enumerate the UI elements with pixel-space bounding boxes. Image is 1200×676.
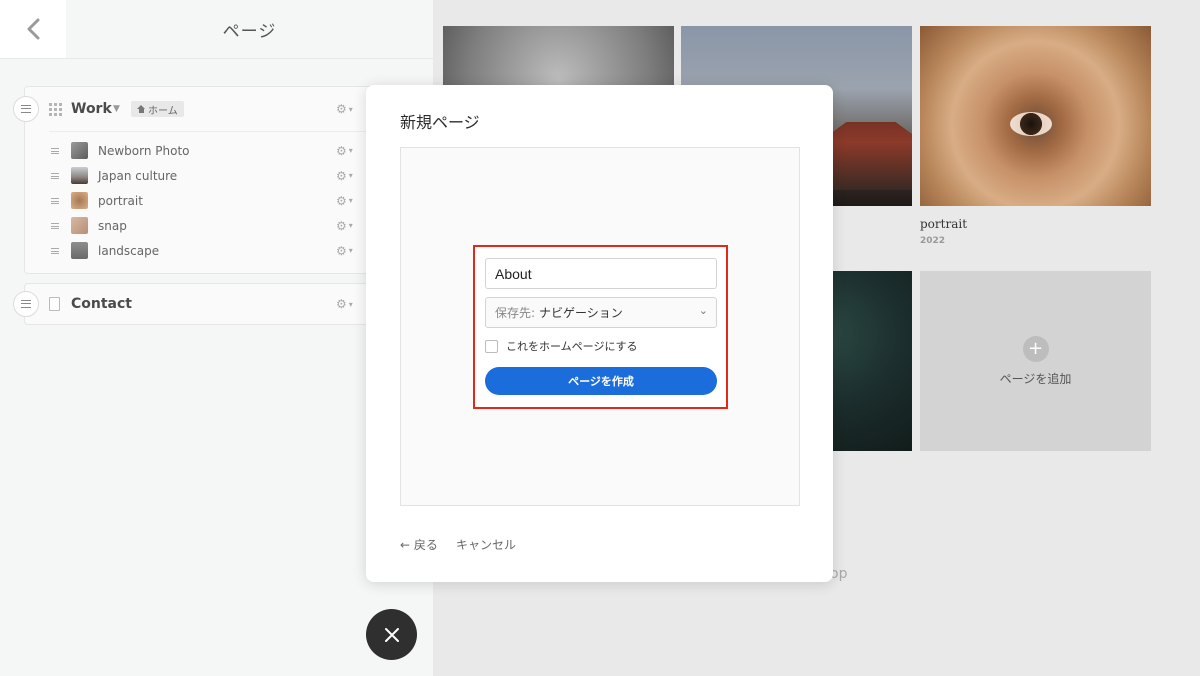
eye-shape xyxy=(1010,112,1052,136)
create-page-button[interactable]: ページを作成 xyxy=(485,367,717,395)
caret-down-icon[interactable]: ▼ xyxy=(113,104,120,114)
dialog-title: 新規ページ xyxy=(400,113,480,132)
home-badge: ホーム xyxy=(131,101,184,117)
gear-icon: ⚙ xyxy=(336,193,347,208)
close-icon xyxy=(384,627,399,642)
close-button[interactable] xyxy=(366,609,417,660)
drag-handle-icon[interactable] xyxy=(51,222,59,229)
select-prefix: 保存先: xyxy=(495,306,536,320)
gear-icon: ⚙ xyxy=(336,218,347,233)
homepage-checkbox[interactable] xyxy=(485,339,498,353)
add-page-label: ページを追加 xyxy=(999,371,1072,386)
gear-icon: ⚙ xyxy=(336,143,347,158)
drag-handle-icon[interactable] xyxy=(51,197,59,204)
settings-menu[interactable]: ⚙ ▾ xyxy=(336,169,353,183)
back-link[interactable]: ← 戻る xyxy=(400,536,438,553)
settings-menu[interactable]: ⚙ ▾ xyxy=(336,297,353,311)
thumbnail xyxy=(71,242,88,259)
card-year: 2022 xyxy=(920,236,946,246)
gear-icon: ⚙ xyxy=(336,102,347,116)
chevron-down-icon: ▾ xyxy=(348,104,353,114)
chevron-down-icon: ▾ xyxy=(348,146,353,155)
thumbnail xyxy=(71,217,88,234)
chevron-down-icon: ▾ xyxy=(348,246,353,255)
settings-menu[interactable]: ⚙ ▾ xyxy=(336,219,353,233)
card-caption[interactable]: portrait xyxy=(920,217,967,231)
gear-icon: ⚙ xyxy=(336,297,347,311)
divider xyxy=(0,58,433,59)
home-icon xyxy=(137,105,145,113)
chevron-down-icon: ▾ xyxy=(348,221,353,230)
drag-handle-icon[interactable] xyxy=(51,247,59,254)
chevron-left-icon xyxy=(27,18,40,40)
select-value: ナビゲーション xyxy=(539,306,623,320)
page-label[interactable]: Japan culture xyxy=(98,169,177,183)
drag-handle-icon xyxy=(21,105,31,113)
settings-menu[interactable]: ⚙ ▾ xyxy=(336,194,353,208)
page-label[interactable]: portrait xyxy=(98,194,143,208)
drag-handle[interactable] xyxy=(13,96,39,122)
chevron-down-icon: ▾ xyxy=(348,171,353,180)
page-icon xyxy=(49,297,60,311)
back-button[interactable] xyxy=(0,0,66,58)
gear-icon: ⚙ xyxy=(336,168,347,183)
drag-handle[interactable] xyxy=(13,291,39,317)
new-page-dialog: 新規ページ 保存先: ナビゲーション ⌄ これをホームページにする ページを作成… xyxy=(366,85,833,582)
settings-menu[interactable]: ⚙ ▾ xyxy=(336,244,353,258)
drag-handle-icon xyxy=(21,300,31,308)
drag-handle-icon[interactable] xyxy=(51,172,59,179)
homepage-checkbox-label[interactable]: これをホームページにする xyxy=(506,338,638,354)
thumbnail xyxy=(71,192,88,209)
cancel-link[interactable]: キャンセル xyxy=(456,536,516,553)
save-location-select[interactable]: 保存先: ナビゲーション ⌄ xyxy=(485,297,717,328)
group-name[interactable]: Work xyxy=(71,101,112,117)
group-name[interactable]: Contact xyxy=(71,296,132,312)
chevron-down-icon: ⌄ xyxy=(698,304,708,317)
add-page-card[interactable]: + ページを追加 xyxy=(920,271,1151,451)
chevron-down-icon: ▾ xyxy=(348,299,353,309)
page-label[interactable]: snap xyxy=(98,219,127,233)
page-label[interactable]: Newborn Photo xyxy=(98,144,190,158)
thumbnail xyxy=(71,167,88,184)
settings-menu[interactable]: ⚙ ▾ xyxy=(336,144,353,158)
plus-icon: + xyxy=(1022,335,1049,362)
page-label[interactable]: landscape xyxy=(98,244,159,258)
home-badge-label: ホーム xyxy=(148,105,178,117)
gear-icon: ⚙ xyxy=(336,243,347,258)
drag-handle-icon[interactable] xyxy=(51,147,59,154)
preview-area: 保存先: ナビゲーション ⌄ これをホームページにする ページを作成 xyxy=(400,147,800,506)
page-name-input[interactable] xyxy=(485,258,717,289)
gallery-grid-icon xyxy=(49,102,62,116)
settings-menu[interactable]: ⚙ ▾ xyxy=(336,102,353,116)
thumbnail xyxy=(71,142,88,159)
homepage-checkbox-row[interactable]: これをホームページにする xyxy=(485,338,638,354)
new-page-form: 保存先: ナビゲーション ⌄ これをホームページにする ページを作成 xyxy=(473,245,728,409)
chevron-down-icon: ▾ xyxy=(348,196,353,205)
panel-title: ページ xyxy=(222,21,277,42)
